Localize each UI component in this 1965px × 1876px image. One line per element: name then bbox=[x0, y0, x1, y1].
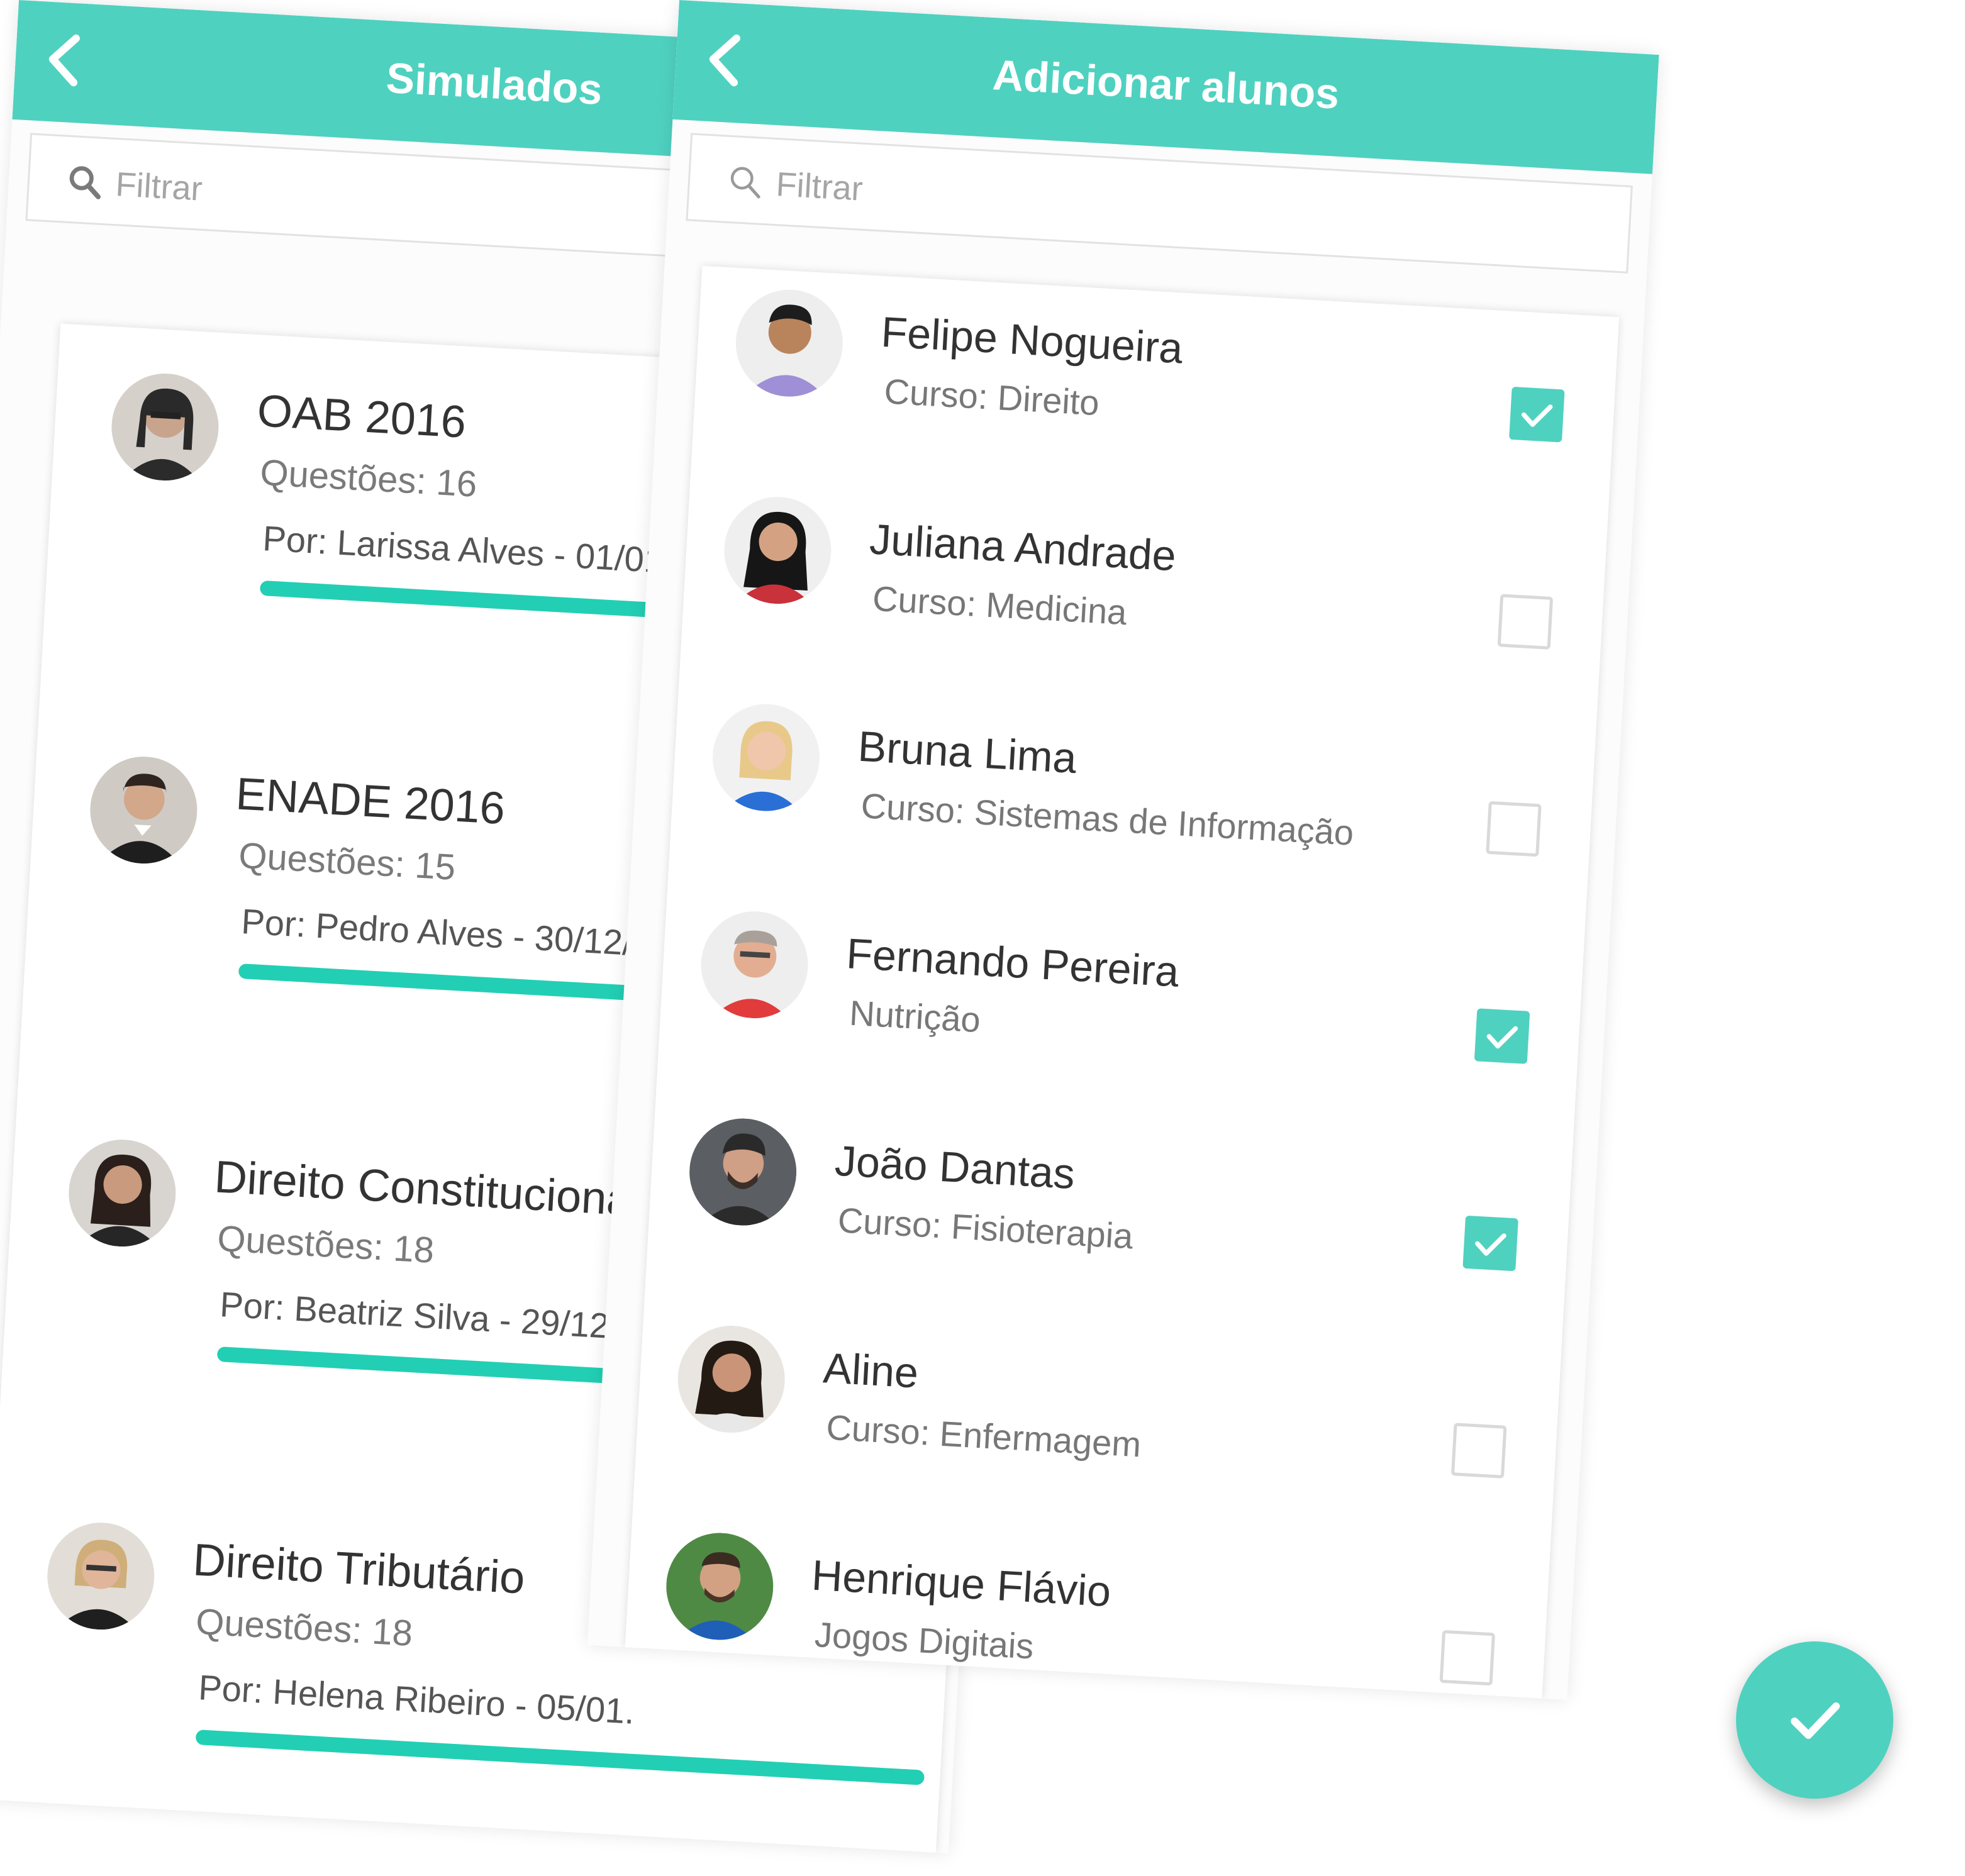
student-name: Felipe Nogueira bbox=[879, 308, 1184, 373]
exam-author: Por: Pedro Alves - 30/12/20 bbox=[240, 901, 673, 965]
avatar bbox=[698, 908, 811, 1021]
select-checkbox[interactable] bbox=[1509, 386, 1565, 443]
exam-question-count: Questões: 18 bbox=[216, 1218, 435, 1271]
exam-question-count: Questões: 15 bbox=[237, 835, 457, 888]
exam-question-count: Questões: 18 bbox=[194, 1601, 414, 1654]
student-name: João Dantas bbox=[833, 1136, 1076, 1198]
student-course: Curso: Fisioterapia bbox=[837, 1200, 1135, 1257]
exam-title: Direito Constitucional bbox=[213, 1152, 643, 1226]
chevron-left-icon bbox=[48, 34, 80, 87]
student-course: Jogos Digitais bbox=[813, 1614, 1035, 1667]
add-students-screen: Adicionar alunos Felipe Nogueira Curso: … bbox=[587, 0, 1659, 1700]
student-course: Curso: Enfermagem bbox=[825, 1407, 1142, 1465]
student-list: Felipe Nogueira Curso: Direito Juliana A… bbox=[625, 265, 1620, 1699]
check-icon bbox=[1486, 1026, 1518, 1049]
exam-title: ENADE 2016 bbox=[234, 769, 506, 835]
student-course: Curso: Sistemas de Informação bbox=[860, 785, 1355, 853]
check-icon bbox=[1791, 1702, 1840, 1739]
student-course: Nutrição bbox=[848, 992, 982, 1040]
confirm-button[interactable] bbox=[1736, 1641, 1893, 1799]
avatar bbox=[65, 1136, 179, 1250]
progress-bar bbox=[195, 1729, 925, 1785]
student-course: Curso: Direito bbox=[883, 371, 1101, 423]
student-name: Aline bbox=[821, 1344, 920, 1397]
check-icon bbox=[1521, 404, 1553, 427]
select-checkbox[interactable] bbox=[1486, 801, 1542, 857]
exam-author: Por: Beatriz Silva - 29/12/20 bbox=[218, 1284, 659, 1348]
back-button[interactable] bbox=[30, 23, 103, 96]
select-checkbox[interactable] bbox=[1474, 1008, 1530, 1064]
student-course: Curso: Medicina bbox=[871, 578, 1128, 633]
exam-author: Por: Larissa Alves - 01/01/2 bbox=[262, 518, 694, 582]
select-checkbox[interactable] bbox=[1439, 1629, 1496, 1686]
avatar bbox=[710, 701, 823, 814]
select-checkbox[interactable] bbox=[1462, 1215, 1518, 1272]
filter-input[interactable] bbox=[773, 157, 1470, 250]
avatar bbox=[686, 1115, 799, 1229]
student-name: Fernando Pereira bbox=[845, 930, 1181, 996]
select-checkbox[interactable] bbox=[1497, 594, 1554, 650]
page-title: Adicionar alunos bbox=[991, 51, 1341, 118]
avatar bbox=[44, 1519, 157, 1633]
avatar bbox=[733, 286, 846, 400]
student-name: Henrique Flávio bbox=[810, 1551, 1113, 1616]
search-icon bbox=[66, 164, 103, 201]
avatar bbox=[87, 753, 201, 867]
student-name: Juliana Andrade bbox=[868, 515, 1177, 580]
check-icon bbox=[1475, 1233, 1506, 1256]
exam-title: Direito Tributário bbox=[191, 1535, 526, 1604]
avatar bbox=[721, 494, 835, 607]
exam-question-count: Questões: 16 bbox=[259, 452, 478, 505]
search-icon bbox=[726, 164, 764, 201]
exam-author: Por: Helena Ribeiro - 05/01. bbox=[197, 1667, 636, 1731]
select-checkbox[interactable] bbox=[1450, 1423, 1507, 1479]
avatar bbox=[663, 1529, 776, 1643]
avatar bbox=[108, 370, 222, 484]
student-name: Bruna Lima bbox=[857, 722, 1078, 783]
exam-title: OAB 2016 bbox=[255, 386, 468, 448]
avatar bbox=[675, 1323, 788, 1436]
